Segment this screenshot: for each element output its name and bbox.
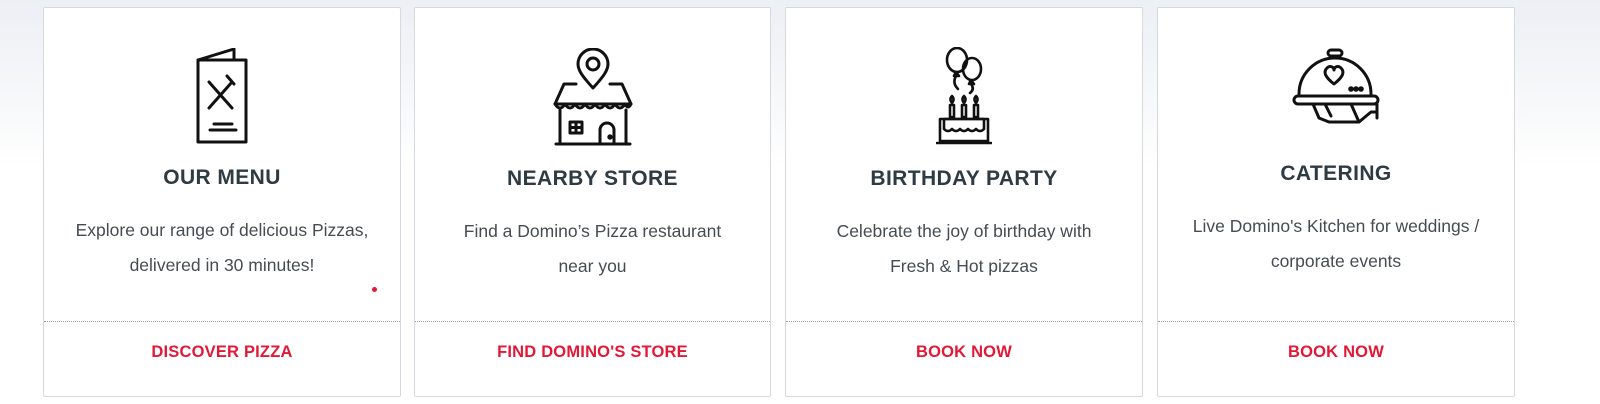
book-now-catering-link[interactable]: BOOK NOW xyxy=(1158,343,1514,362)
menu-card-icon xyxy=(44,48,400,146)
service-cards: OUR MENU Explore our range of delicious … xyxy=(43,7,1517,399)
card-title: BIRTHDAY PARTY xyxy=(870,167,1058,190)
birthday-cake-icon xyxy=(786,47,1142,147)
card-title: OUR MENU xyxy=(163,166,281,189)
catering-cloche-icon xyxy=(1158,46,1514,140)
card-catering[interactable]: CATERING Live Domino's Kitchen for weddi… xyxy=(1157,7,1515,397)
discover-pizza-link[interactable]: DISCOVER PIZZA xyxy=(44,343,400,362)
card-divider xyxy=(786,321,1142,322)
store-location-icon xyxy=(415,48,770,146)
card-divider xyxy=(44,321,400,322)
card-divider xyxy=(1158,321,1514,322)
card-nearby-store[interactable]: NEARBY STORE Find a Domino’s Pizza resta… xyxy=(414,7,771,397)
card-our-menu[interactable]: OUR MENU Explore our range of delicious … xyxy=(43,7,401,397)
card-title: NEARBY STORE xyxy=(507,167,678,190)
book-now-birthday-link[interactable]: BOOK NOW xyxy=(786,343,1142,362)
find-store-link[interactable]: FIND DOMINO'S STORE xyxy=(415,343,770,362)
card-description: Find a Domino’s Pizza restaurant near yo… xyxy=(463,221,722,276)
card-divider xyxy=(415,321,770,322)
card-description: Explore our range of delicious Pizzas, d… xyxy=(75,220,369,275)
red-dot-indicator xyxy=(372,287,377,292)
card-description: Live Domino's Kitchen for weddings / cor… xyxy=(1192,216,1480,271)
card-birthday-party[interactable]: BIRTHDAY PARTY Celebrate the joy of birt… xyxy=(785,7,1143,397)
card-description: Celebrate the joy of birthday with Fresh… xyxy=(836,221,1092,276)
card-title: CATERING xyxy=(1280,162,1392,185)
